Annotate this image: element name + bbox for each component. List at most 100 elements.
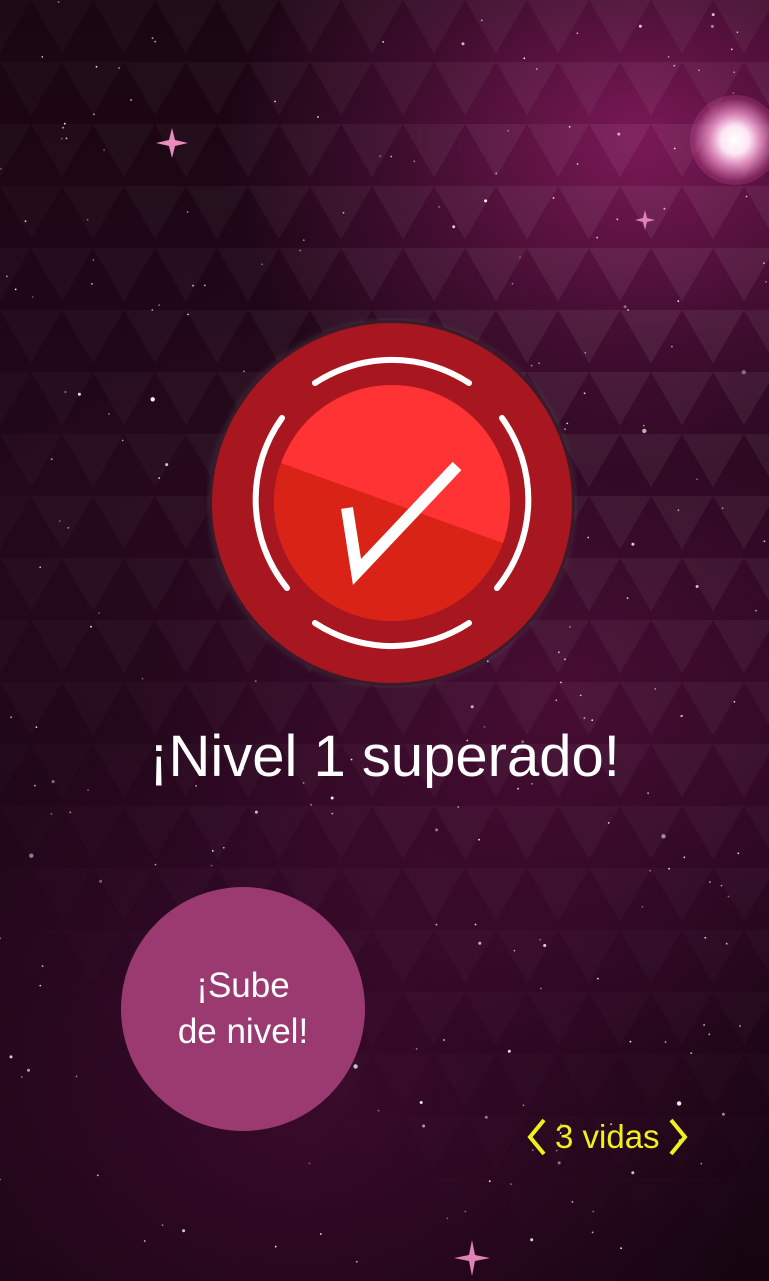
background-star: [24, 220, 27, 223]
background-star: [763, 540, 766, 543]
background-star: [721, 507, 724, 510]
background-triangle: [341, 868, 403, 921]
background-triangle: [713, 620, 769, 674]
background-star: [435, 828, 439, 832]
background-star: [763, 262, 765, 265]
background-triangle: [589, 496, 651, 550]
background-triangle: [0, 558, 62, 611]
background-star: [654, 688, 657, 690]
background-star: [319, 1233, 322, 1235]
background-triangle: [0, 806, 62, 859]
background-star: [698, 69, 700, 72]
chevron-left-icon[interactable]: [525, 1117, 549, 1157]
level-up-button[interactable]: ¡Sube de nivel!: [121, 887, 365, 1131]
background-star: [535, 68, 538, 70]
level-complete-badge: [209, 320, 575, 686]
background-triangle: [744, 930, 769, 983]
background-triangle: [124, 558, 186, 611]
background-star: [274, 1245, 277, 1248]
background-star: [210, 864, 213, 867]
background-star: [86, 218, 89, 221]
chevron-right-icon[interactable]: [666, 1117, 690, 1157]
background-triangle: [620, 806, 682, 859]
background-triangle: [372, 930, 434, 983]
background-star: [733, 700, 736, 703]
page-title: ¡Nivel 1 superado!: [149, 724, 620, 789]
background-star: [696, 478, 698, 481]
background-star: [413, 160, 416, 163]
background-star: [626, 597, 629, 599]
background-star: [641, 905, 644, 908]
background-star: [69, 811, 72, 814]
background-star: [99, 879, 103, 883]
background-star: [664, 1041, 667, 1043]
background-star: [20, 1076, 23, 1078]
background-triangle: [310, 62, 372, 116]
background-triangle: [341, 0, 403, 54]
background-triangle: [434, 1178, 496, 1231]
background-triangle: [651, 0, 713, 54]
background-triangle: [682, 930, 744, 983]
background-triangle: [93, 868, 155, 921]
background-star: [700, 1162, 703, 1165]
background-triangle: [527, 124, 589, 178]
background-star: [310, 803, 312, 806]
background-triangle: [682, 186, 744, 240]
background-star: [557, 1161, 561, 1165]
background-star: [62, 126, 64, 129]
background-star: [151, 309, 154, 311]
background-star: [419, 1101, 423, 1104]
background-triangle: [310, 186, 372, 240]
background-triangle: [372, 806, 434, 859]
background-star: [330, 796, 334, 800]
background-star: [668, 867, 670, 870]
background-triangle: [403, 1116, 465, 1169]
background-triangle: [558, 186, 620, 240]
background-star: [587, 536, 590, 539]
background-star: [642, 428, 647, 434]
background-star: [211, 850, 214, 852]
background-triangle: [62, 186, 124, 239]
background-star: [452, 225, 456, 229]
lives-selector: 3 vidas: [525, 1114, 690, 1160]
background-triangle: [496, 930, 558, 983]
background-triangle: [620, 186, 682, 240]
background-triangle: [124, 310, 186, 363]
background-star: [663, 207, 666, 210]
background-triangle: [31, 868, 93, 921]
background-star: [331, 812, 334, 815]
background-star: [583, 392, 586, 395]
background-star: [478, 941, 482, 945]
background-triangle: [682, 558, 744, 612]
background-triangle: [682, 310, 744, 364]
background-triangle: [744, 1178, 769, 1231]
background-star: [730, 48, 733, 51]
background-triangle: [465, 0, 527, 54]
background-triangle: [279, 248, 341, 302]
background-triangle: [558, 806, 620, 859]
background-star: [50, 458, 53, 461]
background-triangle: [31, 0, 93, 53]
background-star: [422, 1124, 426, 1128]
background-triangle: [93, 620, 155, 673]
background-star: [130, 99, 133, 101]
background-star: [92, 259, 95, 261]
background-star: [671, 345, 673, 348]
background-star: [118, 67, 120, 69]
background-star: [187, 313, 189, 316]
background-triangle: [527, 868, 589, 921]
background-star: [0, 937, 2, 940]
background-star: [755, 609, 757, 612]
background-triangle: [31, 372, 93, 425]
background-star: [302, 239, 305, 242]
background-star: [507, 129, 510, 132]
background-star: [317, 116, 319, 118]
background-star: [638, 24, 642, 28]
background-star: [480, 19, 483, 22]
background-star: [661, 834, 666, 839]
background-triangle: [124, 434, 186, 487]
background-star: [203, 284, 206, 287]
background-triangle: [465, 868, 527, 921]
background-triangle: [62, 62, 124, 115]
background-triangle: [186, 806, 248, 859]
